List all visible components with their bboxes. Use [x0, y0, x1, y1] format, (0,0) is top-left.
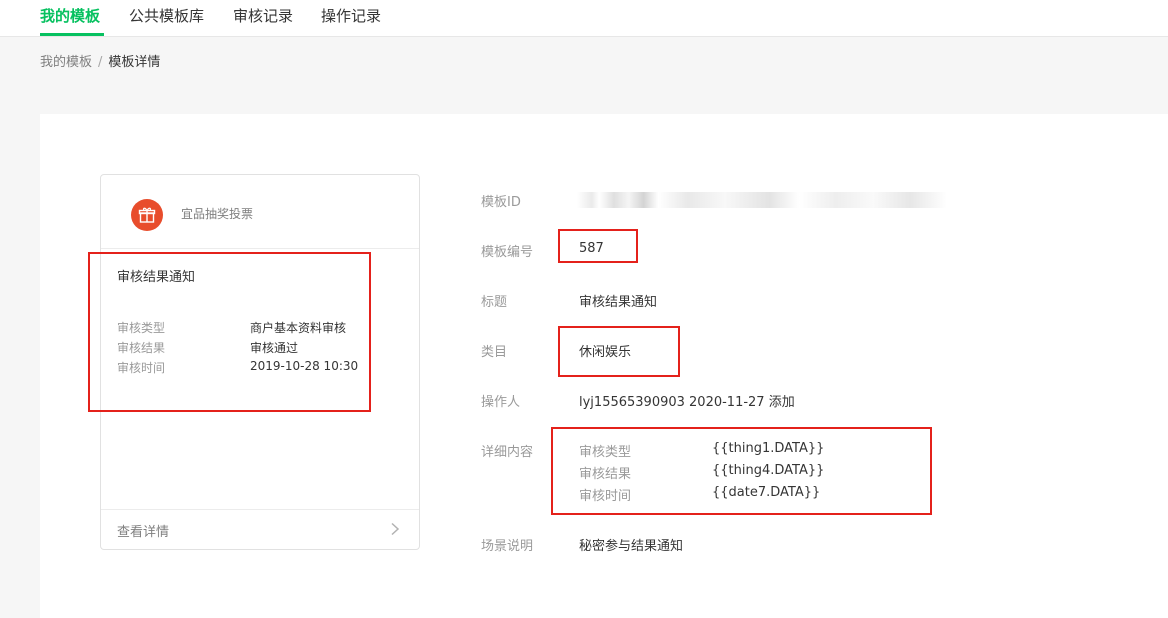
highlight-box-template-number [558, 229, 638, 263]
template-id-label: 模板ID [481, 195, 521, 210]
highlight-box-category [558, 326, 680, 377]
app-name: 宜品抽奖投票 [181, 207, 254, 221]
active-tab-indicator [40, 33, 104, 36]
highlight-box-preview [88, 252, 371, 412]
tab-public-library[interactable]: 公共模板库 [129, 5, 204, 29]
title-label: 标题 [481, 295, 508, 310]
breadcrumb-link-my-templates[interactable]: 我的模板 [40, 55, 92, 70]
template-number-label: 模板编号 [481, 245, 534, 260]
operator-label: 操作人 [481, 395, 521, 410]
category-label: 类目 [481, 345, 508, 360]
highlight-box-content [551, 427, 932, 515]
preview-card-header: 宜品抽奖投票 [101, 175, 419, 249]
operator-value: lyj15565390903 2020-11-27 添加 [579, 395, 795, 410]
top-nav: 我的模板 公共模板库 审核记录 操作记录 [0, 0, 1168, 37]
tab-my-templates[interactable]: 我的模板 [40, 5, 100, 29]
breadcrumb-separator: / [98, 55, 103, 70]
title-value: 审核结果通知 [579, 295, 658, 310]
content-label: 详细内容 [481, 445, 534, 460]
chevron-right-icon [391, 522, 400, 536]
scene-value: 秘密参与结果通知 [579, 539, 684, 554]
breadcrumb: 我的模板 / 模板详情 [40, 54, 160, 72]
detail-panel: 宜品抽奖投票 审核结果通知 审核类型 商户基本资料审核 审核结果 审核通过 审核… [40, 114, 1168, 618]
breadcrumb-current: 模板详情 [108, 55, 161, 70]
tab-review-records[interactable]: 审核记录 [233, 5, 293, 29]
tab-operation-records[interactable]: 操作记录 [321, 5, 381, 29]
scene-label: 场景说明 [481, 539, 534, 554]
view-details-link[interactable]: 查看详情 [101, 509, 419, 550]
view-details-label: 查看详情 [117, 525, 170, 540]
template-id-masked-value [577, 192, 947, 208]
gift-icon [131, 199, 163, 231]
